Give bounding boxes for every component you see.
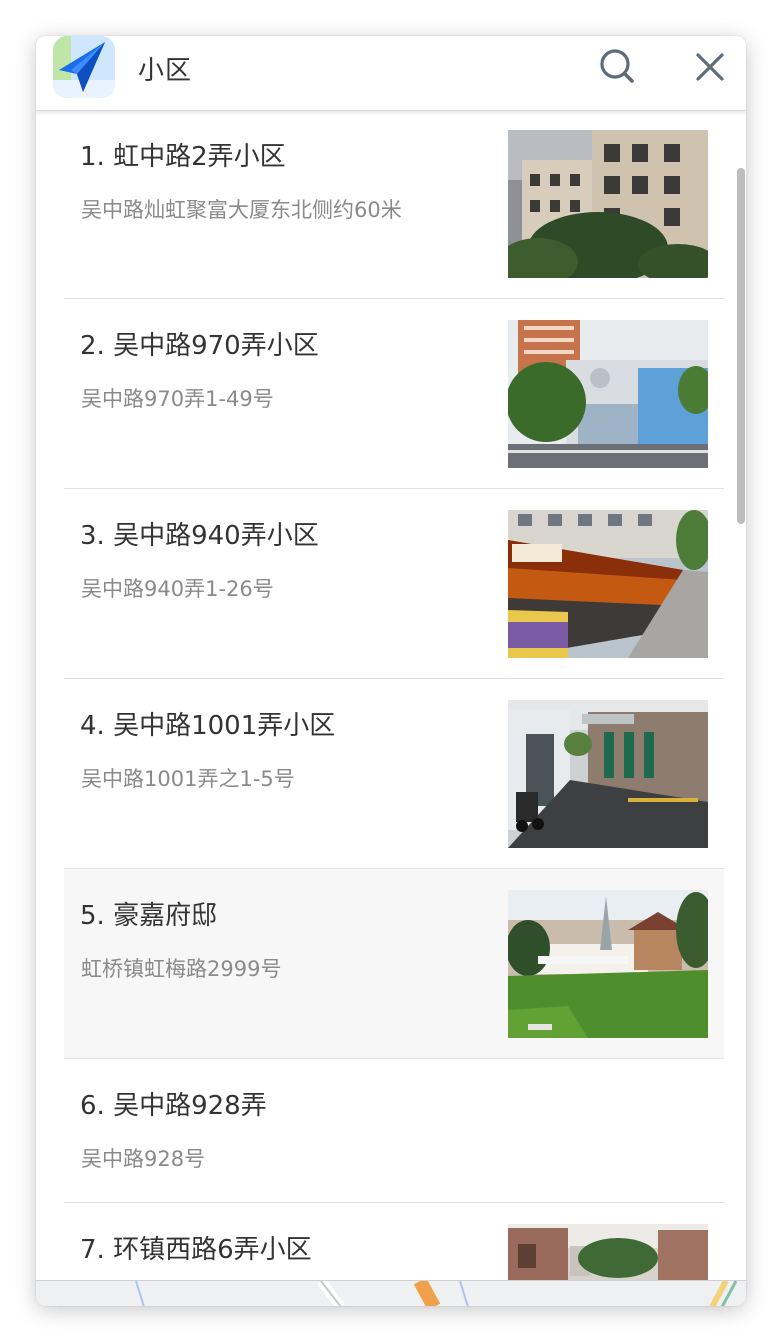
search-bar: 小区 [36, 36, 746, 111]
result-photo[interactable] [508, 130, 708, 278]
result-address: 吴中路940弄1-26号 [81, 577, 274, 601]
result-photo[interactable] [508, 510, 708, 658]
result-title[interactable]: 7. 环镇西路6弄小区 [80, 1229, 312, 1266]
close-icon[interactable] [691, 48, 729, 86]
results-list: 1. 虹中路2弄小区 吴中路灿虹聚富大厦东北侧约60米 2. 吴中路970弄小区… [36, 110, 746, 1280]
result-title[interactable]: 4. 吴中路1001弄小区 [80, 705, 335, 742]
result-photo[interactable] [508, 1224, 708, 1280]
search-results-panel: 小区 1. 虹中路2弄小区 吴中路灿虹聚富大厦东北侧约60米 2. 吴中路970… [36, 36, 746, 1306]
result-item[interactable]: 7. 环镇西路6弄小区 [64, 1203, 724, 1280]
result-address: 吴中路灿虹聚富大厦东北侧约60米 [81, 198, 402, 222]
search-icon[interactable] [599, 48, 637, 86]
result-title[interactable]: 1. 虹中路2弄小区 [80, 136, 286, 173]
result-address: 吴中路1001弄之1-5号 [81, 767, 295, 791]
result-address: 吴中路970弄1-49号 [81, 387, 274, 411]
result-photo[interactable] [508, 890, 708, 1038]
result-item[interactable]: 4. 吴中路1001弄小区 吴中路1001弄之1-5号 [64, 679, 724, 869]
result-item[interactable]: 1. 虹中路2弄小区 吴中路灿虹聚富大厦东北侧约60米 [64, 110, 724, 299]
result-item[interactable]: 5. 豪嘉府邸 虹桥镇虹梅路2999号 [64, 869, 724, 1059]
result-photo[interactable] [508, 320, 708, 468]
result-title[interactable]: 3. 吴中路940弄小区 [80, 515, 319, 552]
result-item[interactable]: 2. 吴中路970弄小区 吴中路970弄1-49号 [64, 299, 724, 489]
results-scrollbar[interactable] [737, 168, 745, 524]
result-address: 虹桥镇虹梅路2999号 [81, 957, 282, 981]
result-photo[interactable] [508, 700, 708, 848]
result-item[interactable]: 6. 吴中路928弄 吴中路928号 [64, 1059, 724, 1203]
map-background-strip [36, 1277, 746, 1306]
result-title[interactable]: 5. 豪嘉府邸 [80, 895, 217, 932]
result-address: 吴中路928号 [81, 1147, 206, 1171]
result-item[interactable]: 3. 吴中路940弄小区 吴中路940弄1-26号 [64, 489, 724, 679]
app-logo-icon[interactable] [53, 36, 115, 98]
search-query-text[interactable]: 小区 [138, 50, 192, 87]
result-title[interactable]: 2. 吴中路970弄小区 [80, 325, 319, 362]
result-title[interactable]: 6. 吴中路928弄 [80, 1085, 267, 1122]
